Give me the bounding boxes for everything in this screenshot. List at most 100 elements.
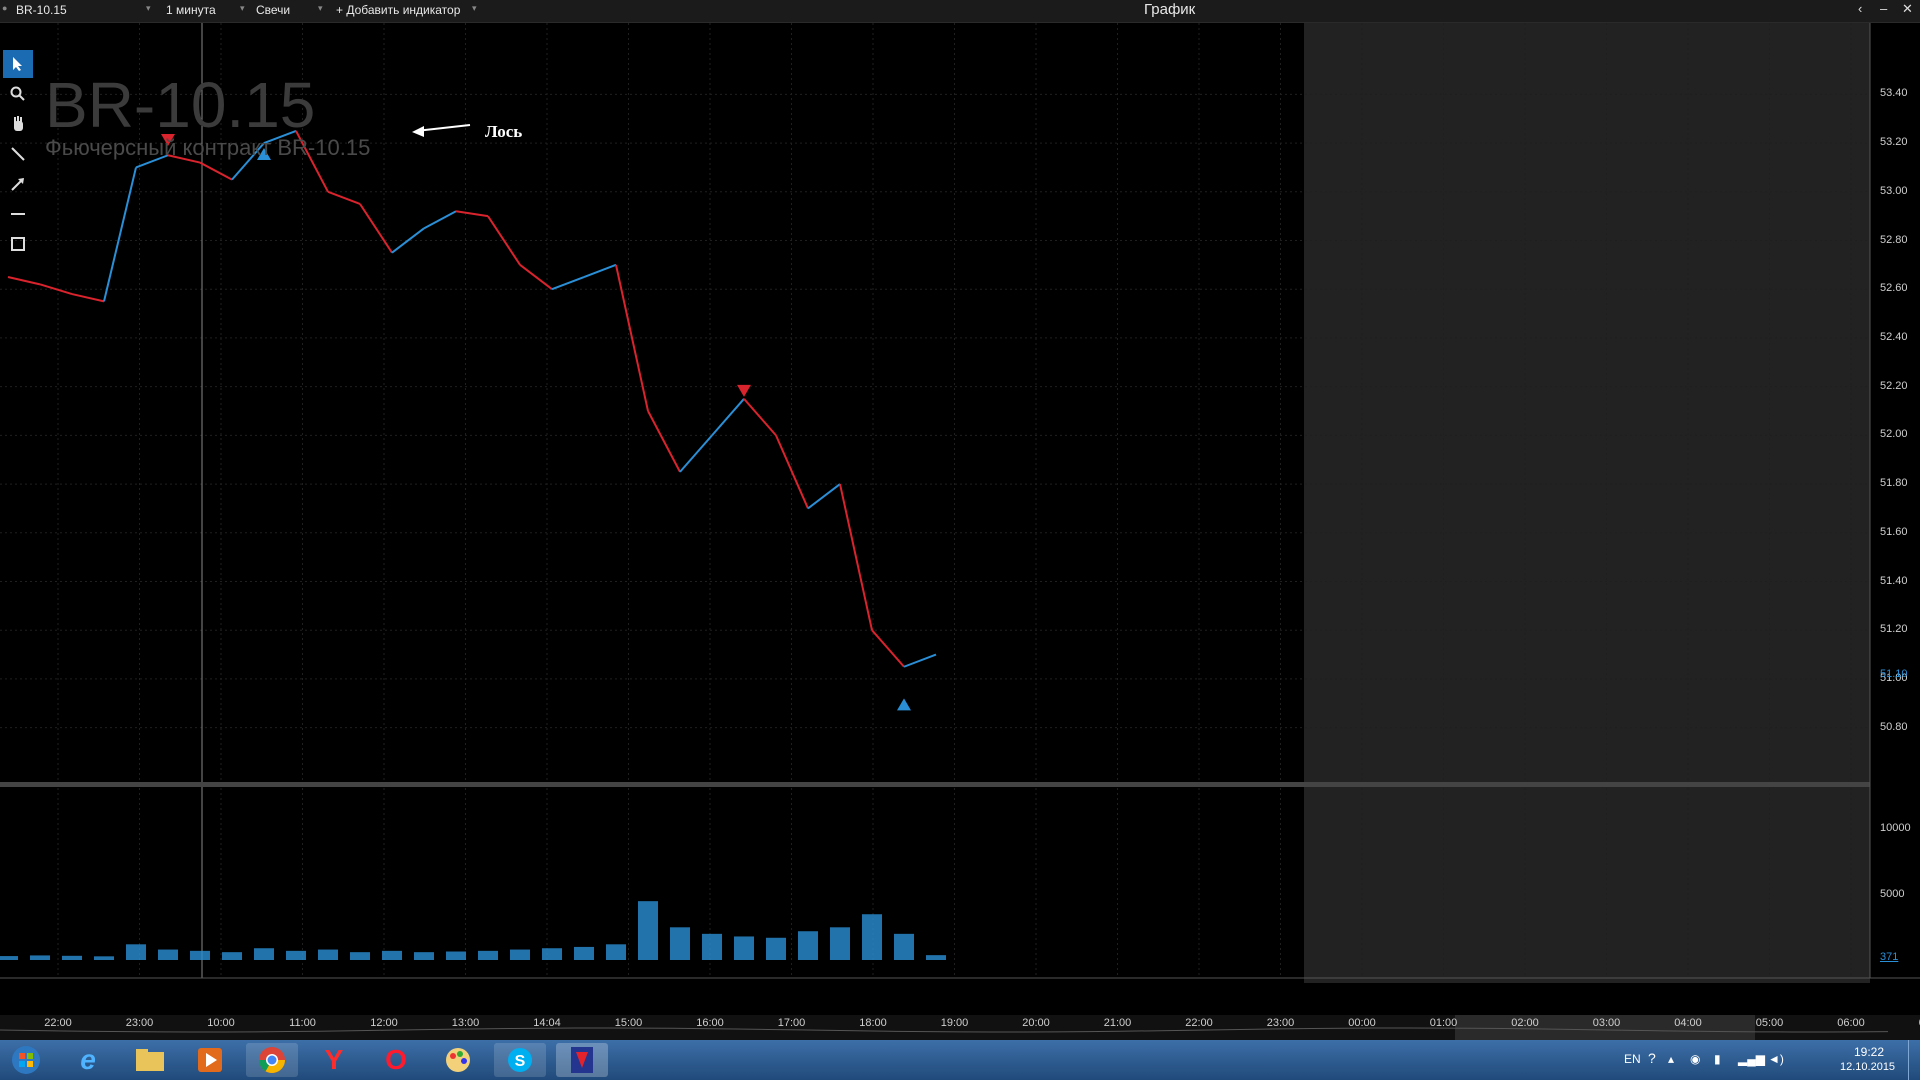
- price-tick-label: 53.00: [1880, 184, 1908, 197]
- yandex-icon[interactable]: Y: [308, 1043, 360, 1077]
- volume-bar: [0, 956, 18, 960]
- interval-selector[interactable]: 1 минута: [166, 3, 216, 17]
- arrow-icon[interactable]: [3, 170, 33, 198]
- price-tick-label: 51.80: [1880, 477, 1908, 490]
- chevron-down-icon[interactable]: ▾: [240, 3, 245, 14]
- volume-bar: [94, 956, 114, 960]
- volume-bar: [190, 950, 210, 960]
- media-icon[interactable]: [184, 1043, 236, 1077]
- chart-canvas[interactable]: [0, 23, 1920, 1040]
- time-tick-label: 01:00: [1429, 1017, 1458, 1029]
- line-icon[interactable]: [3, 140, 33, 168]
- price-segment: [647, 410, 681, 473]
- price-segment: [71, 293, 105, 303]
- time-tick-label: 03:00: [1592, 1017, 1621, 1029]
- price-segment: [39, 283, 73, 296]
- price-tick-label: 51.20: [1880, 623, 1908, 636]
- time-tick-label: 14:04: [533, 1017, 561, 1029]
- current-price-label: 51.10: [1880, 668, 1908, 680]
- time-tick-label: 23:00: [1266, 1017, 1295, 1029]
- back-icon[interactable]: ‹: [1858, 1, 1862, 16]
- price-segment: [743, 398, 777, 437]
- time-tick-label: 20:00: [1022, 1017, 1050, 1029]
- volume-bar: [30, 955, 50, 960]
- clock-date[interactable]: 12.10.2015: [1840, 1061, 1895, 1073]
- zoom-icon[interactable]: [3, 80, 33, 108]
- price-segment: [903, 653, 937, 668]
- future-region: [1304, 23, 1870, 983]
- ie-icon[interactable]: e: [62, 1043, 114, 1077]
- opera-icon[interactable]: O: [370, 1043, 422, 1077]
- add-indicator-button[interactable]: + Добавить индикатор: [336, 3, 460, 17]
- chrome-icon[interactable]: [246, 1043, 298, 1077]
- start-icon[interactable]: [0, 1043, 52, 1077]
- explorer-icon[interactable]: [124, 1043, 176, 1077]
- price-segment: [679, 434, 713, 473]
- show-desktop-button[interactable]: [1908, 1040, 1920, 1080]
- volume-bar: [766, 937, 786, 960]
- volume-series: [0, 901, 946, 960]
- dropdown-arrow-icon[interactable]: ●: [2, 3, 7, 13]
- cursor-icon[interactable]: [3, 50, 33, 78]
- paint-icon[interactable]: [432, 1043, 484, 1077]
- minimize-icon[interactable]: –: [1880, 1, 1887, 16]
- drawing-toolbar: [0, 28, 36, 268]
- time-tick-label: 23:00: [125, 1017, 154, 1029]
- volume-bar: [734, 936, 754, 960]
- price-segment: [711, 398, 745, 437]
- volume-bar: [222, 952, 242, 960]
- volume-icon[interactable]: ◄): [1768, 1052, 1784, 1066]
- price-series: [7, 129, 937, 668]
- chart-style-selector[interactable]: Свечи: [256, 3, 290, 17]
- volume-bar: [542, 948, 562, 960]
- sell-marker: [737, 384, 751, 397]
- buy-marker: [897, 698, 911, 711]
- price-tick-label: 52.40: [1880, 330, 1908, 343]
- volume-bar: [830, 927, 850, 960]
- price-tick-label: 52.80: [1880, 233, 1908, 246]
- price-segment: [327, 190, 361, 205]
- hline-icon[interactable]: [3, 200, 33, 228]
- price-tick-label: 52.00: [1880, 428, 1908, 441]
- price-segment: [199, 161, 233, 181]
- volume-bar: [382, 950, 402, 960]
- chart-symbol-watermark: BR-10.15: [45, 69, 316, 141]
- tray-expand-icon[interactable]: ▴: [1668, 1052, 1674, 1066]
- volume-bar: [286, 950, 306, 960]
- volume-bar: [702, 933, 722, 960]
- help-icon[interactable]: ?: [1648, 1050, 1656, 1066]
- price-segment: [423, 210, 457, 230]
- price-segment: [871, 629, 905, 668]
- volume-bar: [478, 950, 498, 960]
- time-tick-label: 10:00: [207, 1017, 235, 1029]
- chevron-down-icon[interactable]: ▾: [146, 3, 151, 14]
- chevron-down-icon[interactable]: ▾: [318, 3, 323, 14]
- volume-tick-label: 5000: [1880, 887, 1905, 900]
- clock-time[interactable]: 19:22: [1854, 1045, 1884, 1059]
- volume-bar: [862, 914, 882, 960]
- skype-icon[interactable]: S: [494, 1043, 546, 1077]
- close-icon[interactable]: ✕: [1902, 1, 1913, 17]
- volume-bar: [254, 948, 274, 960]
- time-tick-label: 16:00: [696, 1017, 724, 1029]
- price-segment: [103, 167, 137, 302]
- price-segment: [775, 434, 809, 509]
- pane-splitter[interactable]: [0, 782, 1870, 787]
- trade-markers: [161, 133, 911, 711]
- chart-area[interactable]: BR-10.15 Фьючерсный контракт BR-10.15 Ло…: [0, 23, 1920, 1040]
- tray-apps-icon[interactable]: ◉: [1690, 1052, 1700, 1066]
- symbol-selector[interactable]: BR-10.15: [16, 3, 67, 17]
- language-indicator[interactable]: EN: [1624, 1052, 1641, 1066]
- rectangle-icon[interactable]: [3, 230, 33, 258]
- volume-bar: [158, 949, 178, 960]
- chevron-down-icon[interactable]: ▾: [472, 3, 477, 14]
- terminal-icon[interactable]: [556, 1043, 608, 1077]
- time-tick-label: 05:00: [1755, 1017, 1784, 1029]
- hand-icon[interactable]: [3, 110, 33, 138]
- network-icon[interactable]: ▮: [1714, 1052, 1721, 1066]
- time-tick-label: 19:00: [940, 1017, 969, 1029]
- price-tick-label: 50.80: [1880, 720, 1908, 733]
- signal-icon[interactable]: ▂▄▆: [1738, 1052, 1765, 1066]
- price-tick-label: 52.20: [1880, 379, 1908, 392]
- svg-text:S: S: [515, 1053, 526, 1070]
